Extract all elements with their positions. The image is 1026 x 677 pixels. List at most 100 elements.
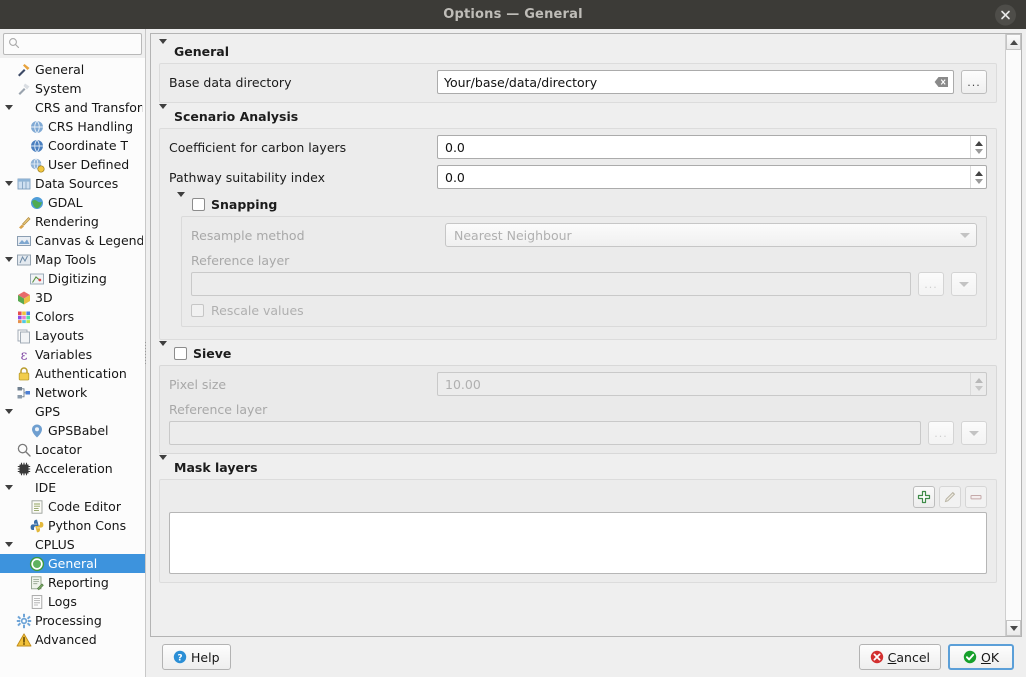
sidebar-item-3d[interactable]: 3D (0, 288, 145, 307)
remove-mask-layer-button[interactable] (965, 486, 987, 508)
sidebar-item-variables[interactable]: ε Variables (0, 345, 145, 364)
pixel-size-stepper[interactable] (970, 373, 986, 395)
carbon-coefficient-spinbox[interactable]: 0.0 (437, 135, 987, 159)
sidebar-item-crs-handling[interactable]: CRS Handling (0, 117, 145, 136)
mask-layers-list[interactable] (169, 512, 987, 574)
brush-icon (15, 214, 32, 230)
sidebar-item-digitizing[interactable]: Digitizing (0, 269, 145, 288)
layouts-icon (15, 328, 32, 344)
chevron-down-icon (159, 455, 167, 475)
chevron-down-icon[interactable] (2, 181, 15, 186)
sidebar-item-gps[interactable]: GPS (0, 402, 145, 421)
sidebar-item-acceleration[interactable]: Acceleration (0, 459, 145, 478)
sidebar-item-ide[interactable]: IDE (0, 478, 145, 497)
pathway-suitability-label: Pathway suitability index (169, 169, 326, 185)
sidebar-splitter-handle[interactable] (142, 29, 149, 677)
stepper-up-icon[interactable] (974, 140, 983, 146)
sidebar-item-crs-and-transform[interactable]: CRS and Transform (0, 98, 145, 117)
options-vertical-scrollbar[interactable] (1005, 34, 1021, 636)
scroll-track[interactable] (1006, 50, 1021, 620)
scroll-down-button[interactable] (1006, 620, 1021, 636)
ok-button[interactable]: OK (948, 644, 1014, 670)
stepper-up-icon[interactable] (974, 377, 983, 383)
digitizing-icon (29, 273, 44, 284)
sidebar-item-logs[interactable]: Logs (0, 592, 145, 611)
snapping-reference-layer-input[interactable] (191, 272, 911, 296)
sidebar-item-processing[interactable]: Processing (0, 611, 145, 630)
edit-mask-layer-button[interactable] (939, 486, 961, 508)
snapping-layer-dropdown-button[interactable] (951, 272, 977, 296)
chevron-down-icon (177, 192, 185, 212)
sidebar-item-general[interactable]: General (0, 60, 145, 79)
window-title: Options — General (443, 7, 583, 22)
clear-icon[interactable] (934, 76, 949, 89)
sidebar-item-canvas-legend[interactable]: Canvas & Legend (0, 231, 145, 250)
chevron-down-icon[interactable] (2, 485, 15, 490)
chevron-down-icon[interactable] (2, 409, 15, 414)
sidebar-item-reporting[interactable]: Reporting (0, 573, 145, 592)
snapping-browse-button[interactable]: ... (918, 272, 944, 296)
reporting-icon (30, 575, 44, 590)
sidebar-item-system[interactable]: System (0, 79, 145, 98)
sidebar-item-colors[interactable]: Colors (0, 307, 145, 326)
close-icon[interactable] (995, 4, 1016, 25)
sieve-checkbox[interactable] (174, 347, 187, 360)
resample-method-combobox[interactable]: Nearest Neighbour (445, 223, 977, 247)
chevron-down-icon[interactable] (2, 105, 15, 110)
pathway-suitability-spinbox[interactable]: 0.0 (437, 165, 987, 189)
chevron-down-icon[interactable] (2, 542, 15, 547)
sidebar-item-label: GPSBabel (48, 423, 109, 438)
help-button[interactable]: ? Help (162, 644, 231, 670)
cancel-button[interactable]: Cancel (858, 644, 941, 670)
sidebar-item-data-sources[interactable]: Data Sources (0, 174, 145, 193)
sidebar-item-label: Digitizing (48, 271, 107, 286)
scroll-up-button[interactable] (1006, 34, 1021, 50)
stepper-down-icon[interactable] (974, 148, 983, 154)
sidebar-item-layouts[interactable]: Layouts (0, 326, 145, 345)
sieve-browse-button[interactable]: ... (928, 421, 954, 445)
stepper-down-icon[interactable] (974, 385, 983, 391)
sidebar-item-coordinate-t[interactable]: Coordinate T (0, 136, 145, 155)
sidebar-item-authentication[interactable]: Authentication (0, 364, 145, 383)
add-mask-layer-button[interactable] (913, 486, 935, 508)
sidebar-item-network[interactable]: Network (0, 383, 145, 402)
sidebar-item-gpsbabel[interactable]: GPSBabel (0, 421, 145, 440)
sidebar-item-label: Rendering (35, 214, 99, 229)
options-tree[interactable]: General System CRS and Transform CRS Handli… (0, 58, 145, 677)
sidebar-item-locator[interactable]: Locator (0, 440, 145, 459)
group-general-header[interactable]: General (159, 39, 997, 61)
snapping-checkbox[interactable] (192, 198, 205, 211)
stepper-down-icon[interactable] (974, 178, 983, 184)
pathway-suitability-stepper[interactable] (970, 166, 986, 188)
sidebar-item-map-tools[interactable]: Map Tools (0, 250, 145, 269)
browse-base-directory-button[interactable]: ... (961, 70, 987, 94)
sidebar-item-user-defined[interactable]: User Defined (0, 155, 145, 174)
group-sieve-header[interactable]: Sieve (159, 341, 997, 363)
group-snapping-header[interactable]: Snapping (177, 192, 987, 214)
search-input[interactable] (23, 36, 137, 52)
sidebar-item-gdal[interactable]: GDAL (0, 193, 145, 212)
carbon-coefficient-stepper[interactable] (970, 136, 986, 158)
rescale-values-checkbox[interactable] (191, 304, 204, 317)
sidebar-item-label: Locator (35, 442, 82, 457)
rescale-values-row[interactable]: Rescale values (191, 303, 977, 318)
group-scenario-header[interactable]: Scenario Analysis (159, 104, 997, 126)
base-data-directory-input[interactable]: Your/base/data/directory (437, 70, 954, 94)
chevron-down-icon[interactable] (2, 257, 15, 262)
group-mask-layers-header[interactable]: Mask layers (159, 455, 997, 477)
sieve-layer-dropdown-button[interactable] (961, 421, 987, 445)
pixel-size-value: 10.00 (445, 376, 481, 392)
sidebar-item-code-editor[interactable]: Code Editor (0, 497, 145, 516)
sidebar-item-cplus[interactable]: CPLUS (0, 535, 145, 554)
pixel-size-spinbox[interactable]: 10.00 (437, 372, 987, 396)
sieve-reference-layer-input[interactable] (169, 421, 921, 445)
sidebar-item-label: Processing (35, 613, 102, 628)
stepper-up-icon[interactable] (974, 170, 983, 176)
sidebar-item-advanced[interactable]: Advanced (0, 630, 145, 649)
sidebar-item-python-cons[interactable]: Python Cons (0, 516, 145, 535)
sidebar-item-general[interactable]: General (0, 554, 145, 573)
pixel-size-row: Pixel size 10.00 (169, 372, 987, 396)
lock-icon (15, 366, 32, 382)
search-box[interactable] (3, 33, 142, 55)
sidebar-item-rendering[interactable]: Rendering (0, 212, 145, 231)
